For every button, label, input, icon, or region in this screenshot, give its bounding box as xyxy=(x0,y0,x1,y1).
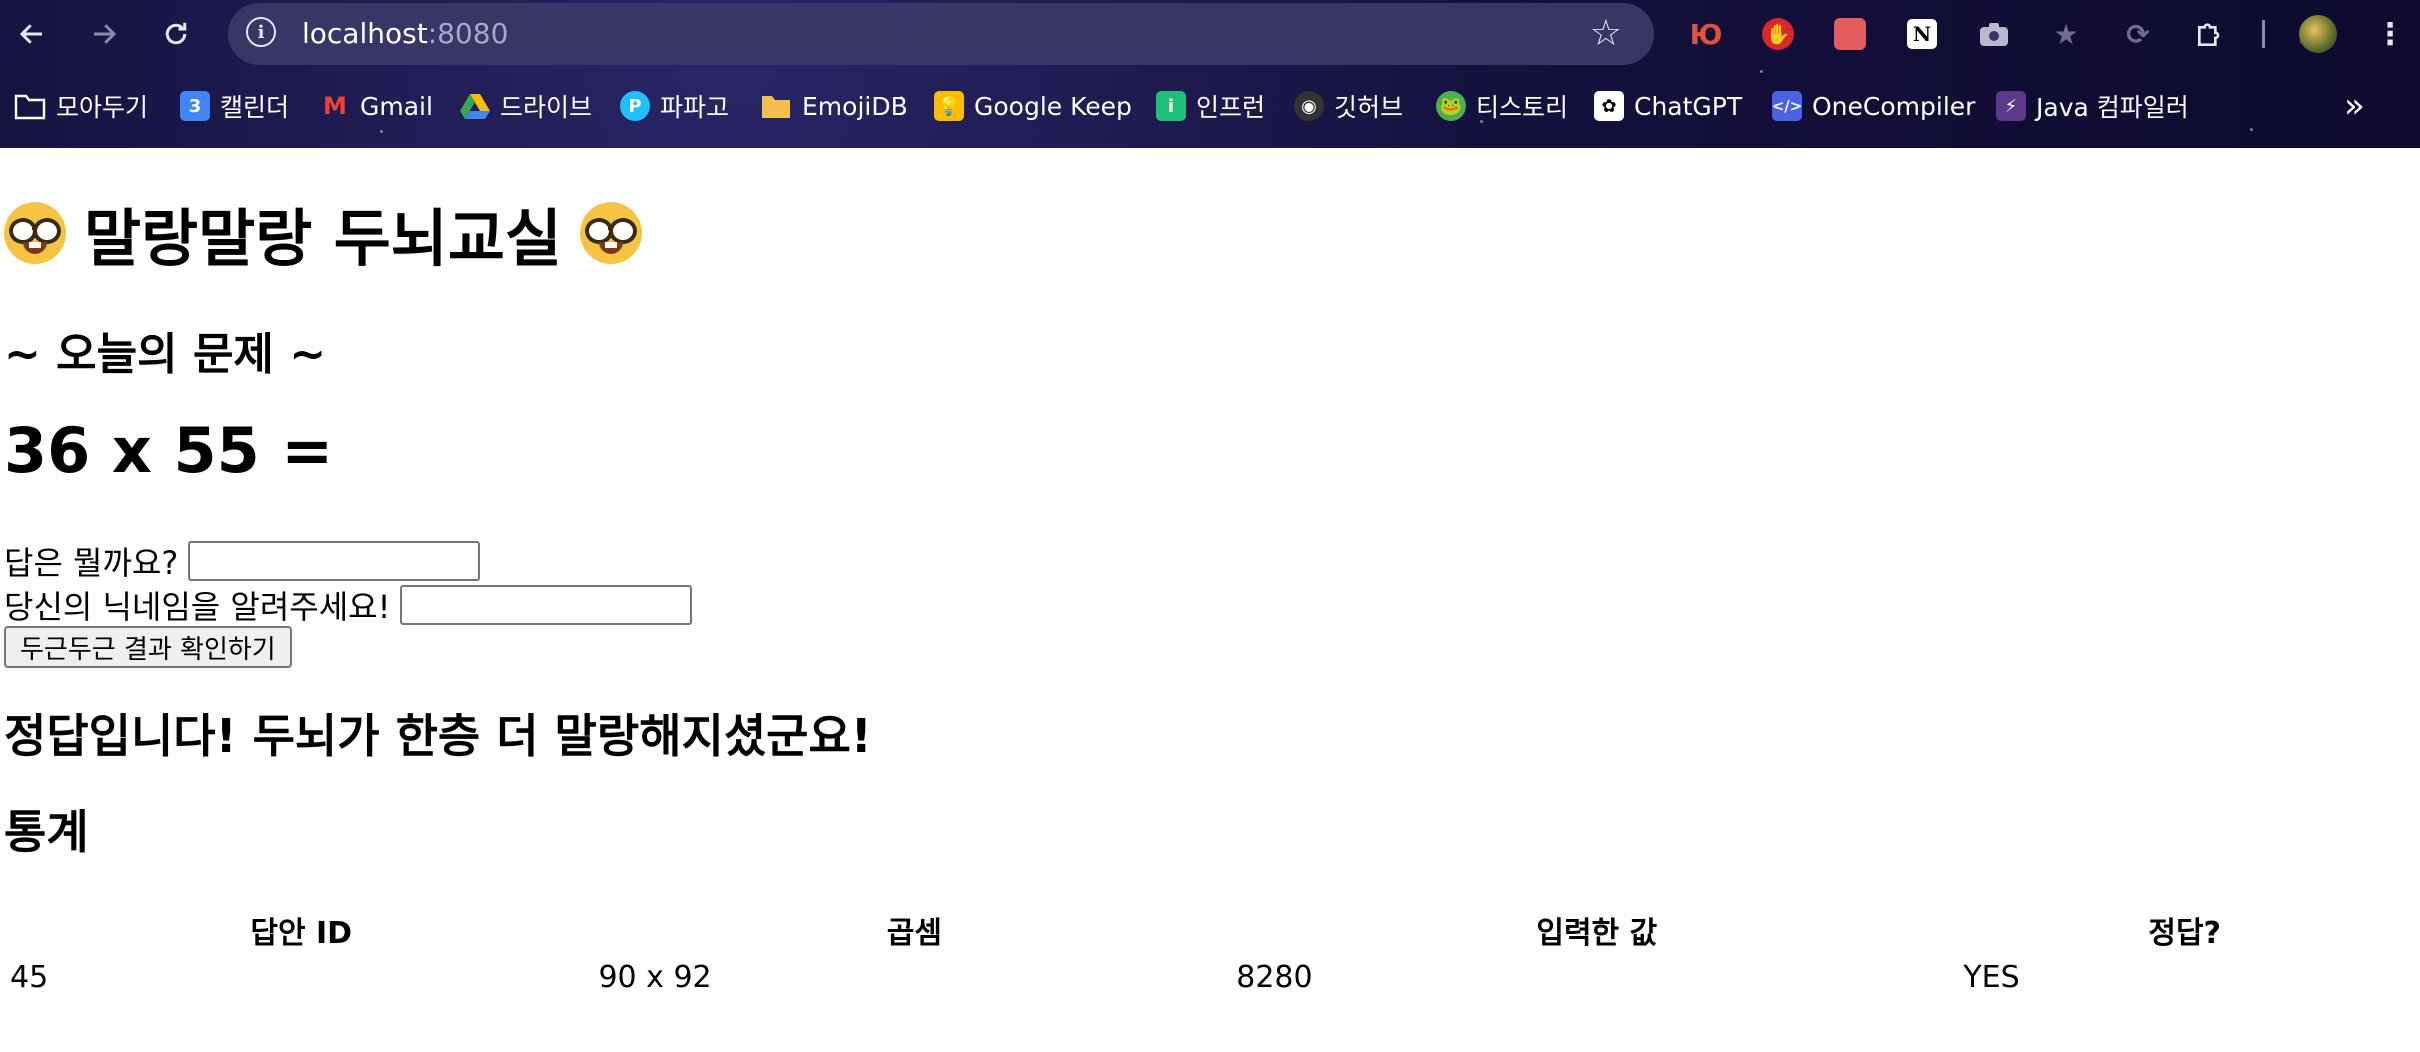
bookmark-star-icon[interactable]: ☆ xyxy=(1590,13,1622,54)
nerd-face-icon xyxy=(4,202,66,264)
bookmark-item[interactable]: </> OneCompiler xyxy=(1772,84,1975,128)
bookmark-label: 모아두기 xyxy=(56,93,149,122)
bookmark-item[interactable]: 3 캘린더 xyxy=(180,84,289,128)
site-info-icon[interactable]: i xyxy=(246,17,276,47)
drive-icon xyxy=(460,91,490,121)
bookmark-label: Java 컴파일러 xyxy=(2036,93,2189,122)
profile-avatar[interactable] xyxy=(2298,14,2338,54)
arrow-right-icon xyxy=(94,24,117,44)
page-content: 말랑말랑 두뇌교실 ~ 오늘의 문제 ~ 36 x 55 = 답은 뭘까요? 당… xyxy=(0,148,2420,1052)
todays-problem-heading: ~ 오늘의 문제 ~ xyxy=(4,329,327,380)
gmail-icon: M xyxy=(323,92,347,120)
bookmark-item[interactable]: EmojiDB xyxy=(760,84,908,128)
check-result-button[interactable]: 두근두근 결과 확인하기 xyxy=(4,626,292,668)
column-header: 답안 ID xyxy=(250,916,353,951)
address-bar[interactable]: i localhost:8080 ☆ xyxy=(228,3,1654,65)
url-text[interactable]: localhost:8080 xyxy=(302,17,508,50)
bookmark-item[interactable]: ⚡ Java 컴파일러 xyxy=(1996,84,2189,128)
more-bookmarks-icon[interactable]: » xyxy=(2344,84,2365,128)
papago-icon: P xyxy=(620,91,650,121)
bookmark-label: 인프런 xyxy=(1196,93,1266,122)
camera-icon[interactable] xyxy=(1974,14,2014,54)
stats-table: 답안 ID 곱셈 입력한 값 정답? 45 90 x 92 8280 YES xyxy=(4,900,2412,1003)
bookmark-label: OneCompiler xyxy=(1812,91,1976,121)
tistory-icon: 🐸 xyxy=(1436,91,1466,121)
bookmark-label: EmojiDB xyxy=(802,91,908,121)
column-header: 입력한 값 xyxy=(1536,916,1658,951)
onecompiler-icon: </> xyxy=(1772,91,1802,121)
reload-button[interactable] xyxy=(156,14,196,54)
browser-chrome: i localhost:8080 ☆ Ю ✋ N ★ ⟳ ⋮ 모아두기 3 캘린… xyxy=(0,0,2420,148)
browser-toolbar: i localhost:8080 ☆ Ю ✋ N ★ ⟳ ⋮ xyxy=(0,0,2420,68)
reload-icon xyxy=(165,22,187,45)
bookmark-item[interactable]: ◉ 깃허브 xyxy=(1294,84,1403,128)
bookmark-item[interactable]: 💡 Google Keep xyxy=(934,84,1132,128)
table-row: 45 90 x 92 8280 YES xyxy=(10,960,2406,995)
folder-icon xyxy=(762,96,790,118)
nickname-label: 당신의 닉네임을 알려주세요! xyxy=(4,588,391,626)
menu-kebab-icon[interactable]: ⋮ xyxy=(2370,14,2410,54)
extension-clock-icon[interactable] xyxy=(1830,14,1870,54)
page-title-text: 말랑말랑 두뇌교실 xyxy=(84,202,562,275)
toolbar-divider xyxy=(2262,20,2265,48)
arrow-left-icon xyxy=(19,24,42,44)
chatgpt-icon: ✿ xyxy=(1594,91,1624,121)
nickname-input[interactable] xyxy=(400,585,693,625)
table-cell: 45 xyxy=(10,960,49,995)
bookmark-item[interactable]: 모아두기 xyxy=(14,84,148,128)
bookmark-label: 파파고 xyxy=(660,93,730,122)
extension-yu-icon[interactable]: Ю xyxy=(1686,14,1726,54)
bookmark-label: Gmail xyxy=(360,91,433,121)
star-extension-icon[interactable]: ★ xyxy=(2046,14,2086,54)
bookmark-label: ChatGPT xyxy=(1634,91,1743,121)
nickname-row: 당신의 닉네임을 알려주세요! xyxy=(4,582,693,628)
answer-label: 답은 뭘까요? xyxy=(4,544,179,582)
forward-button[interactable] xyxy=(84,14,124,54)
table-header-row: 답안 ID 곱셈 입력한 값 정답? xyxy=(10,908,2406,952)
bookmark-item[interactable]: ✿ ChatGPT xyxy=(1594,84,1742,128)
answer-input[interactable] xyxy=(188,541,481,581)
inflearn-icon: i xyxy=(1156,91,1186,121)
column-header: 정답? xyxy=(2148,916,2221,951)
table-cell: 8280 xyxy=(1236,960,1313,995)
nerd-face-icon xyxy=(579,202,642,264)
folder-icon xyxy=(14,94,46,120)
problem-expression: 36 x 55 = xyxy=(4,414,334,487)
github-icon: ◉ xyxy=(1294,91,1324,121)
sync-icon[interactable]: ⟳ xyxy=(2118,14,2158,54)
table-cell: YES xyxy=(1963,960,2020,995)
result-message: 정답입니다! 두뇌가 한층 더 말랑해지셨군요! xyxy=(4,709,872,763)
bookmark-label: 캘린더 xyxy=(220,93,290,122)
bookmark-item[interactable]: M Gmail xyxy=(320,84,433,128)
notion-icon[interactable]: N xyxy=(1902,14,1942,54)
bookmark-item[interactable]: P 파파고 xyxy=(620,84,729,128)
bookmark-label: 드라이브 xyxy=(500,93,593,122)
page-title: 말랑말랑 두뇌교실 xyxy=(4,188,642,278)
column-header: 곱셈 xyxy=(886,916,942,951)
bolt-icon: ⚡ xyxy=(1996,91,2026,121)
bookmark-item[interactable]: i 인프런 xyxy=(1156,84,1265,128)
bookmark-item[interactable]: 🐸 티스토리 xyxy=(1436,84,1568,128)
calendar-icon: 3 xyxy=(180,91,210,121)
table-cell: 90 x 92 xyxy=(598,960,712,995)
back-button[interactable] xyxy=(12,14,52,54)
answer-row: 답은 뭘까요? xyxy=(4,538,481,584)
extensions-puzzle-icon[interactable] xyxy=(2190,14,2230,54)
keep-icon: 💡 xyxy=(934,91,964,121)
stats-heading: 통계 xyxy=(4,805,89,859)
bookmark-label: 티스토리 xyxy=(1476,93,1569,122)
bookmarks-bar: 모아두기 3 캘린더 M Gmail 드라이브 P 파파고 EmojiDB 💡 … xyxy=(0,84,2420,128)
bookmark-item[interactable]: 드라이브 xyxy=(460,84,592,128)
bookmark-label: 깃허브 xyxy=(1334,93,1404,122)
extension-hand-icon[interactable]: ✋ xyxy=(1758,14,1798,54)
bookmark-label: Google Keep xyxy=(974,91,1132,121)
